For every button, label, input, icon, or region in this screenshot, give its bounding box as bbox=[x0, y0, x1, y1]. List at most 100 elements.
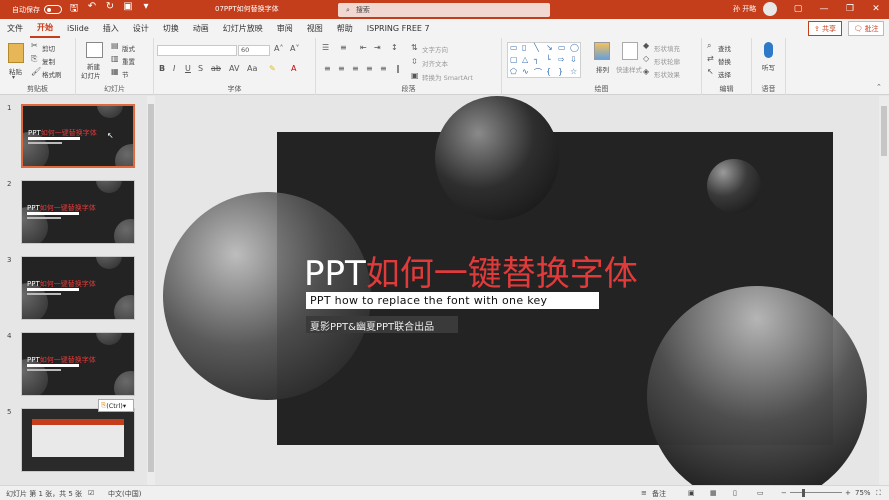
autosave-toggle[interactable] bbox=[44, 5, 62, 14]
section-button[interactable]: 节 bbox=[122, 69, 129, 79]
font-color-icon[interactable]: A bbox=[291, 64, 296, 73]
font-name-field[interactable] bbox=[157, 45, 237, 56]
tab-home[interactable]: 开始 bbox=[30, 20, 60, 38]
pentagon-shape-icon[interactable]: ⬠ bbox=[510, 67, 517, 76]
tab-animations[interactable]: 动画 bbox=[186, 19, 216, 38]
rounded-rect-icon[interactable]: ▢ bbox=[510, 55, 518, 64]
layout-icon[interactable]: ▤ bbox=[111, 41, 119, 50]
avatar[interactable] bbox=[763, 2, 777, 16]
align-text-button[interactable]: 对齐文本 bbox=[422, 58, 448, 68]
font-size-field[interactable]: 60 bbox=[238, 45, 270, 56]
zoom-out-icon[interactable]: − bbox=[781, 489, 787, 497]
spellcheck-icon[interactable]: ☑ bbox=[88, 489, 94, 497]
text-shadow-icon[interactable]: S bbox=[198, 64, 203, 73]
language-status[interactable]: 中文(中国) bbox=[108, 489, 141, 499]
tab-help[interactable]: 帮助 bbox=[330, 19, 360, 38]
arrange-button[interactable]: 排列 bbox=[596, 64, 609, 74]
line-shape-icon[interactable]: ╲ bbox=[534, 43, 539, 52]
layout-button[interactable]: 版式 bbox=[122, 43, 135, 53]
oval-shape-icon[interactable]: ◯ bbox=[570, 43, 579, 52]
zoom-slider-thumb[interactable] bbox=[802, 489, 805, 497]
tab-review[interactable]: 审阅 bbox=[270, 19, 300, 38]
close-icon[interactable]: ✕ bbox=[863, 0, 889, 19]
reading-view-icon[interactable]: ▯ bbox=[733, 489, 737, 497]
notes-button[interactable]: 备注 bbox=[652, 489, 666, 499]
quick-styles-button[interactable]: 快速样式 bbox=[616, 64, 642, 74]
tab-transitions[interactable]: 切换 bbox=[156, 19, 186, 38]
notes-icon[interactable]: ≡ bbox=[641, 489, 647, 497]
fit-to-window-icon[interactable]: ⛶ bbox=[876, 489, 881, 498]
text-direction-icon[interactable]: ⇅ bbox=[411, 43, 418, 52]
tab-design[interactable]: 设计 bbox=[126, 19, 156, 38]
tab-ispring[interactable]: ISPRING FREE 7 bbox=[360, 19, 437, 38]
normal-view-icon[interactable]: ▣ bbox=[688, 489, 695, 497]
undo-icon[interactable]: ↶ bbox=[86, 1, 98, 18]
shape-fill-button[interactable]: 形状填充 bbox=[654, 43, 680, 53]
quick-styles-icon[interactable] bbox=[622, 42, 638, 60]
minimize-icon[interactable]: — bbox=[811, 0, 837, 19]
cut-button[interactable]: 剪切 bbox=[42, 43, 55, 53]
tab-view[interactable]: 视图 bbox=[300, 19, 330, 38]
star-shape-icon[interactable]: ☆ bbox=[570, 67, 577, 76]
user-name[interactable]: 孙 开略 bbox=[733, 4, 756, 14]
tab-insert[interactable]: 插入 bbox=[96, 19, 126, 38]
brace-shape-icon[interactable]: { bbox=[546, 67, 551, 76]
restore-icon[interactable]: ❐ bbox=[837, 0, 863, 19]
slideshow-view-icon[interactable]: ▭ bbox=[757, 489, 764, 497]
copy-icon[interactable]: ⎘ bbox=[31, 54, 37, 64]
increase-indent-icon[interactable]: ⇥ bbox=[374, 43, 381, 52]
bullets-icon[interactable]: ☰ bbox=[322, 43, 329, 52]
paste-dropdown-icon[interactable]: ▾ bbox=[12, 74, 15, 81]
save-icon[interactable]: 🖫 bbox=[68, 1, 80, 18]
strikethrough-icon[interactable]: ab bbox=[211, 64, 221, 73]
select-icon[interactable]: ↖ bbox=[707, 67, 714, 76]
slide-subtitle[interactable]: PPT how to replace the font with one key bbox=[310, 294, 547, 307]
find-button[interactable]: 查找 bbox=[718, 43, 731, 53]
shape-effects-button[interactable]: 形状效果 bbox=[654, 69, 680, 79]
justify-icon[interactable]: ≡ bbox=[366, 64, 373, 73]
shape-outline-icon[interactable]: ◇ bbox=[643, 54, 649, 63]
columns-icon[interactable]: ‖ bbox=[396, 64, 400, 73]
distributed-icon[interactable]: ≡ bbox=[380, 64, 387, 73]
decrease-indent-icon[interactable]: ⇤ bbox=[360, 43, 367, 52]
reset-icon[interactable]: ▥ bbox=[111, 54, 119, 63]
paste-options-button[interactable]: ⎘ (Ctrl) ▾ bbox=[98, 399, 134, 412]
search-box[interactable]: ⌕ 搜索 bbox=[338, 3, 550, 17]
reset-button[interactable]: 重置 bbox=[122, 56, 135, 66]
comments-button[interactable]: 🗨 批注 bbox=[848, 21, 884, 36]
tab-file[interactable]: 文件 bbox=[0, 19, 30, 38]
tab-islide[interactable]: iSlide bbox=[60, 19, 96, 38]
highlight-icon[interactable]: ✎ bbox=[269, 64, 276, 73]
arrange-icon[interactable] bbox=[594, 42, 610, 60]
shape-outline-button[interactable]: 形状轮廓 bbox=[654, 56, 680, 66]
find-icon[interactable]: ⌕ bbox=[707, 41, 711, 51]
decrease-font-icon[interactable]: A˅ bbox=[290, 44, 299, 53]
shapes-gallery[interactable]: ▭ ▯ ╲ ↘ ▭ ◯ ▢ △ ┐ └ ⇨ ⇩ ⬠ ∿ ⌒ { } ☆ bbox=[507, 42, 581, 78]
replace-icon[interactable]: ⇄ bbox=[707, 54, 714, 63]
format-painter-icon[interactable]: 🖌 bbox=[31, 67, 41, 76]
freeform-shape-icon[interactable]: ∿ bbox=[522, 67, 529, 76]
redo-icon[interactable]: ↻ bbox=[104, 1, 116, 18]
bold-icon[interactable]: B bbox=[159, 64, 165, 73]
tab-slideshow[interactable]: 幻灯片放映 bbox=[216, 19, 270, 38]
share-button[interactable]: ⇪ 共享 bbox=[808, 21, 842, 36]
ribbon-display-icon[interactable]: ▢ bbox=[785, 0, 811, 19]
numbering-icon[interactable]: ≡ bbox=[340, 43, 347, 52]
copy-button[interactable]: 复制 bbox=[42, 56, 55, 66]
textbox-shape-icon[interactable]: ▭ bbox=[510, 43, 518, 52]
arc-shape-icon[interactable]: ⌒ bbox=[534, 67, 542, 78]
change-case-icon[interactable]: Aa bbox=[247, 64, 257, 73]
line-spacing-icon[interactable]: ↕ bbox=[391, 43, 398, 52]
replace-button[interactable]: 替换 bbox=[718, 56, 731, 66]
vertical-textbox-icon[interactable]: ▯ bbox=[522, 43, 526, 52]
select-button[interactable]: 选择 bbox=[718, 69, 731, 79]
present-icon[interactable]: ▣ bbox=[122, 1, 134, 18]
align-text-icon[interactable]: ⇳ bbox=[411, 57, 418, 66]
shape-fill-icon[interactable]: ◆ bbox=[643, 41, 649, 50]
increase-font-icon[interactable]: A˄ bbox=[274, 44, 283, 53]
cut-icon[interactable]: ✂ bbox=[31, 41, 38, 50]
right-arrow-shape-icon[interactable]: ⇨ bbox=[558, 55, 565, 64]
underline-icon[interactable]: U bbox=[185, 64, 191, 73]
slide-thumbnail-3[interactable]: PPT如何一键替换字体 bbox=[21, 256, 135, 320]
smartart-icon[interactable]: ▣ bbox=[411, 71, 419, 80]
